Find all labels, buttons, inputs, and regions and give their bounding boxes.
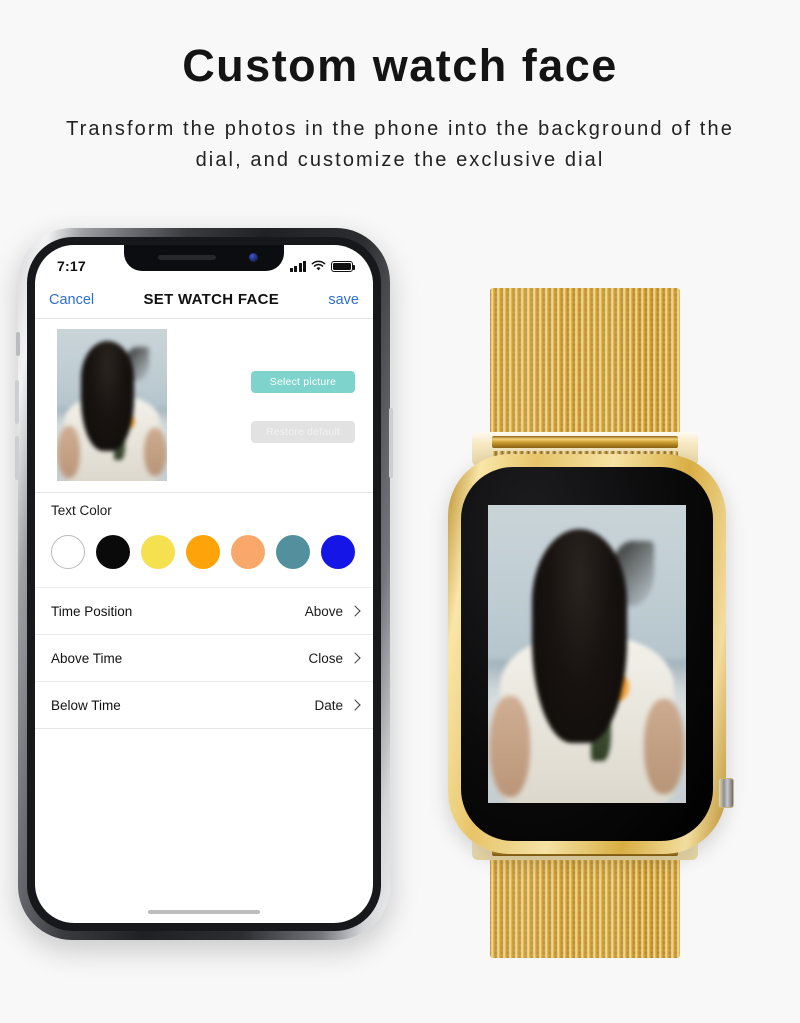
text-color-swatches bbox=[51, 535, 361, 569]
front-camera-icon bbox=[249, 253, 258, 262]
text-color-label: Text Color bbox=[51, 503, 112, 518]
chevron-right-icon bbox=[349, 652, 361, 664]
watch-side-button[interactable] bbox=[718, 778, 734, 808]
color-swatch-white[interactable] bbox=[51, 535, 85, 569]
signal-bars-icon bbox=[289, 260, 306, 272]
home-indicator[interactable] bbox=[148, 910, 260, 914]
save-button[interactable]: save bbox=[328, 292, 359, 308]
phone-volume-down-button[interactable] bbox=[15, 436, 19, 480]
setting-row-below-time[interactable]: Below Time Date bbox=[35, 681, 373, 728]
page-subtitle: Transform the photos in the phone into t… bbox=[66, 117, 734, 171]
phone-device: 7:17 Cancel SET WATCH FACE save Select p… bbox=[15, 228, 393, 940]
color-swatch-teal[interactable] bbox=[276, 535, 310, 569]
settings-list: Time Position Above Above Time Close Bel… bbox=[35, 587, 373, 729]
setting-label: Above Time bbox=[51, 650, 123, 666]
phone-screen: 7:17 Cancel SET WATCH FACE save Select p… bbox=[35, 245, 373, 923]
preview-photo-scene bbox=[57, 329, 167, 481]
color-swatch-blue[interactable] bbox=[321, 535, 355, 569]
setting-value: Close bbox=[308, 650, 343, 666]
nav-bar: Cancel SET WATCH FACE save bbox=[35, 281, 373, 319]
page-title: Custom watch face bbox=[182, 40, 618, 91]
setting-label: Below Time bbox=[51, 697, 121, 713]
color-swatch-yellow[interactable] bbox=[141, 535, 175, 569]
phone-bezel: 7:17 Cancel SET WATCH FACE save Select p… bbox=[27, 237, 381, 931]
color-swatch-black[interactable] bbox=[96, 535, 130, 569]
nav-title: SET WATCH FACE bbox=[143, 291, 280, 308]
watch-face-photo-preview[interactable] bbox=[57, 329, 167, 481]
battery-full-icon bbox=[331, 260, 356, 272]
wifi-icon bbox=[311, 260, 326, 271]
smartwatch-device bbox=[440, 286, 790, 961]
divider bbox=[35, 492, 373, 493]
chevron-right-icon bbox=[349, 699, 361, 711]
page-header: Custom watch face Transform the photos i… bbox=[0, 0, 800, 176]
phone-silent-switch[interactable] bbox=[16, 332, 20, 356]
setting-row-time-position[interactable]: Time Position Above bbox=[35, 587, 373, 634]
watch-face-photo bbox=[488, 505, 686, 803]
restore-default-button[interactable]: Restore default bbox=[251, 421, 355, 443]
status-icons bbox=[289, 260, 356, 272]
watch-photo-scene bbox=[488, 505, 686, 803]
setting-value: Date bbox=[314, 697, 343, 713]
setting-value: Above bbox=[304, 603, 343, 619]
select-picture-button[interactable]: Select picture bbox=[251, 371, 355, 393]
cancel-button[interactable]: Cancel bbox=[49, 292, 94, 308]
watch-case bbox=[448, 454, 734, 854]
setting-label: Time Position bbox=[51, 603, 133, 619]
speaker-grille-icon bbox=[158, 255, 216, 260]
phone-power-button[interactable] bbox=[389, 408, 393, 478]
preview-area: Select picture Restore default bbox=[35, 319, 373, 493]
watch-band-top bbox=[490, 288, 680, 440]
phone-notch bbox=[124, 245, 284, 271]
setting-row-above-time[interactable]: Above Time Close bbox=[35, 634, 373, 681]
watch-screen[interactable] bbox=[461, 467, 713, 841]
color-swatch-orange[interactable] bbox=[186, 535, 220, 569]
watch-band-bottom bbox=[490, 846, 680, 958]
phone-volume-up-button[interactable] bbox=[15, 380, 19, 424]
chevron-right-icon bbox=[349, 605, 361, 617]
color-swatch-peach[interactable] bbox=[231, 535, 265, 569]
status-time: 7:17 bbox=[57, 258, 86, 274]
